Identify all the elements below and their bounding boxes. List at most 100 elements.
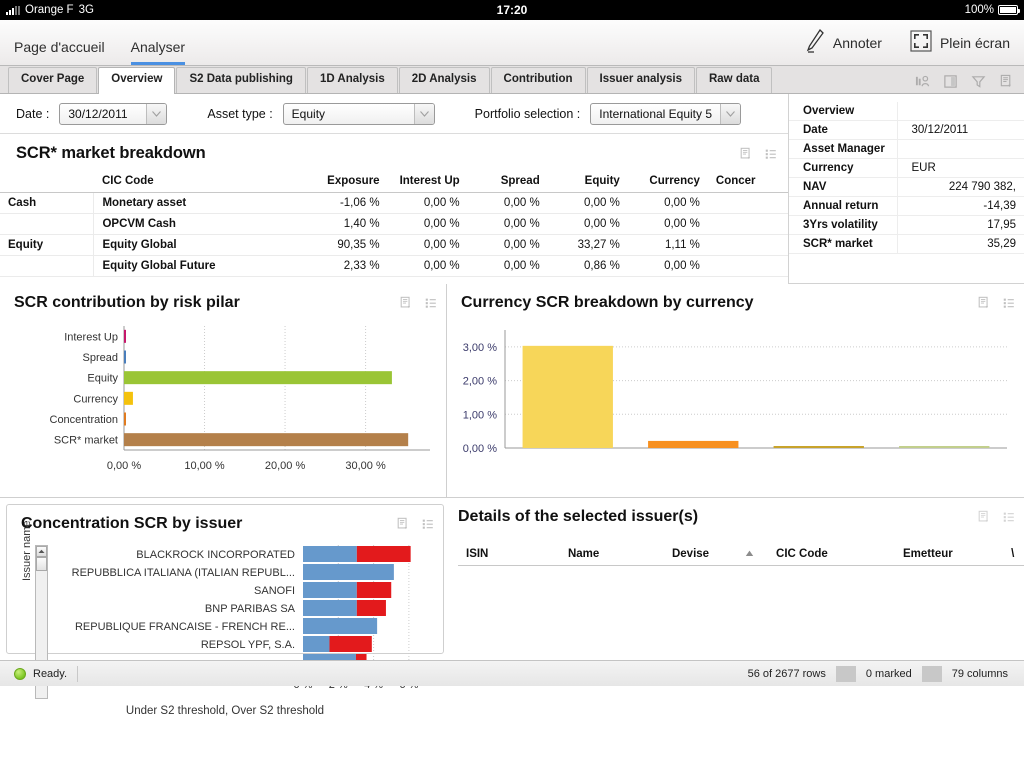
col-equity[interactable]: Equity bbox=[547, 171, 628, 193]
table-row[interactable]: Cash Monetary asset -1,06 % 0,00 % 0,00 … bbox=[0, 192, 788, 214]
svg-text:REPSOL YPF, S.A.: REPSOL YPF, S.A. bbox=[201, 639, 295, 651]
info-header-value bbox=[897, 102, 1024, 121]
export-list-icon[interactable] bbox=[999, 74, 1014, 89]
svg-text:BLACKROCK INCORPORATED: BLACKROCK INCORPORATED bbox=[136, 549, 295, 561]
portfolio-select[interactable]: International Equity 5 bbox=[590, 102, 742, 125]
col-isin[interactable]: ISIN bbox=[458, 544, 560, 566]
signal-strength-icon bbox=[6, 5, 20, 15]
portfolio-select-value: International Equity 5 bbox=[599, 106, 713, 121]
concentration-y-axis-label: Issuer name bbox=[21, 520, 33, 581]
tab-s2-data-publishing[interactable]: S2 Data publishing bbox=[176, 67, 306, 93]
info-row-nav: NAV 224 790 382, bbox=[789, 177, 1024, 197]
cell-spread: 0,00 % bbox=[467, 192, 548, 214]
tab-cover-page[interactable]: Cover Page bbox=[8, 67, 98, 93]
export-icon[interactable] bbox=[977, 510, 991, 524]
col-devise[interactable]: Devise bbox=[663, 544, 769, 566]
export-icon[interactable] bbox=[399, 296, 413, 310]
tab-cover-page-label: Cover Page bbox=[21, 73, 85, 86]
details-issuer-panel: Details of the selected issuer(s) ISIN N… bbox=[444, 498, 1024, 660]
concentration-scr-header: Concentration SCR by issuer bbox=[7, 505, 443, 539]
tab-issuer-analysis[interactable]: Issuer analysis bbox=[586, 67, 695, 93]
cell-spread: 0,00 % bbox=[467, 234, 548, 256]
info-header-label: Overview bbox=[789, 102, 898, 121]
filter-icon[interactable] bbox=[971, 74, 986, 89]
col-spread[interactable]: Spread bbox=[467, 171, 548, 193]
device-status-bar: Orange F 3G 17:20 100% bbox=[0, 0, 1024, 20]
table-row[interactable]: OPCVM Cash 1,40 % 0,00 % 0,00 % 0,00 % 0… bbox=[0, 213, 788, 235]
concentration-scr-tools bbox=[396, 517, 435, 531]
table-row[interactable]: Equity Global Future 2,33 % 0,00 % 0,00 … bbox=[0, 255, 788, 277]
svg-text:1,00 %: 1,00 % bbox=[463, 409, 497, 421]
currency-scr-chart[interactable]: 0,00 % 1,00 % 2,00 % 3,00 % bbox=[447, 318, 1023, 488]
cell-equity: 33,27 % bbox=[547, 234, 628, 256]
legend-list-icon[interactable] bbox=[424, 296, 438, 310]
currency-scr-panel: Currency SCR breakdown by currency 0,00 … bbox=[447, 284, 1024, 498]
cell-interest-up: 0,00 % bbox=[387, 213, 468, 235]
tab-overview-label: Overview bbox=[111, 73, 163, 86]
carrier-label: Orange F bbox=[25, 4, 74, 16]
export-icon[interactable] bbox=[396, 517, 410, 531]
svg-text:3,00 %: 3,00 % bbox=[463, 342, 497, 354]
col-category[interactable] bbox=[0, 171, 94, 193]
nav-tab-home[interactable]: Page d'accueil bbox=[14, 20, 105, 65]
columns-count: 79 columns bbox=[951, 667, 1008, 680]
info-key-asset-manager: Asset Manager bbox=[789, 139, 898, 159]
people-icon[interactable] bbox=[915, 74, 930, 89]
date-select[interactable]: 30/12/2011 bbox=[59, 102, 168, 125]
tab-contribution[interactable]: Contribution bbox=[490, 67, 586, 93]
cell-cic: Equity Global Future bbox=[93, 255, 308, 277]
tab-1d-analysis[interactable]: 1D Analysis bbox=[306, 67, 398, 93]
legend-list-icon[interactable] bbox=[764, 147, 778, 161]
tab-2d-analysis[interactable]: 2D Analysis bbox=[398, 67, 490, 93]
legend-list-icon[interactable] bbox=[1002, 510, 1016, 524]
date-select-value: 30/12/2011 bbox=[68, 106, 128, 121]
asset-type-select[interactable]: Equity bbox=[282, 102, 435, 125]
info-value-date: 30/12/2011 bbox=[897, 120, 1024, 140]
fullscreen-button[interactable]: Plein écran bbox=[910, 30, 1010, 55]
nav-tab-analyser[interactable]: Analyser bbox=[130, 20, 186, 65]
cell-currency: 0,00 % bbox=[627, 255, 708, 277]
svg-text:Concentration: Concentration bbox=[50, 414, 119, 426]
scrollbar-thumb[interactable] bbox=[36, 557, 47, 571]
svg-text:0,00 %: 0,00 % bbox=[463, 443, 497, 455]
scr-contribution-chart[interactable]: 0,00 % 10,00 % 20,00 % 30,00 % Interest Up Sp… bbox=[0, 318, 447, 488]
panel-icon[interactable] bbox=[943, 74, 958, 89]
scroll-up-icon[interactable] bbox=[36, 546, 47, 557]
table-header-row: ISIN Name Devise CIC Code Emetteur \ bbox=[458, 544, 1024, 566]
svg-text:30,00 %: 30,00 % bbox=[345, 460, 386, 472]
info-row-date: Date 30/12/2011 bbox=[789, 120, 1024, 140]
tab-raw-data[interactable]: Raw data bbox=[695, 67, 773, 93]
tab-1d-analysis-label: 1D Analysis bbox=[319, 73, 385, 86]
tab-overview[interactable]: Overview bbox=[98, 67, 176, 94]
scr-market-header: SCR* market breakdown bbox=[0, 134, 788, 171]
col-name[interactable]: Name bbox=[559, 544, 664, 566]
col-currency[interactable]: Currency bbox=[627, 171, 708, 193]
export-icon[interactable] bbox=[977, 296, 991, 310]
asset-type-filter-label: Asset type : bbox=[207, 106, 273, 121]
marked-count: 0 marked bbox=[865, 667, 912, 680]
main-nav-tabs: Page d'accueil Analyser bbox=[14, 20, 186, 65]
overview-info-table: Overview Date 30/12/2011 Asset Manager C… bbox=[789, 102, 1024, 254]
battery-icon bbox=[998, 5, 1020, 15]
table-row[interactable]: Equity Equity Global 90,35 % 0,00 % 0,00… bbox=[0, 234, 788, 256]
legend-list-icon[interactable] bbox=[421, 517, 435, 531]
cell-exposure: 2,33 % bbox=[307, 255, 388, 277]
scr-contribution-header: SCR contribution by risk pilar bbox=[0, 284, 446, 318]
info-value-asset-manager bbox=[897, 139, 1024, 159]
col-concentration[interactable]: Concer bbox=[707, 171, 788, 193]
battery-percent-label: 100% bbox=[964, 4, 994, 16]
col-emetteur[interactable]: Emetteur bbox=[894, 544, 1004, 566]
col-interest-up[interactable]: Interest Up bbox=[387, 171, 468, 193]
charts-row-top: SCR contribution by risk pilar 0,00 % 10,… bbox=[0, 284, 1024, 498]
svg-text:Spread: Spread bbox=[83, 352, 118, 364]
col-next[interactable]: \ bbox=[1003, 544, 1024, 566]
legend-list-icon[interactable] bbox=[1002, 296, 1016, 310]
cell-concentration bbox=[707, 255, 788, 277]
svg-text:SANOFI: SANOFI bbox=[254, 585, 295, 597]
col-cic-code[interactable]: CIC Code bbox=[93, 171, 308, 193]
export-icon[interactable] bbox=[739, 147, 753, 161]
col-cic-code[interactable]: CIC Code bbox=[768, 544, 895, 566]
col-exposure[interactable]: Exposure bbox=[307, 171, 388, 193]
svg-text:REPUBBLICA ITALIANA (ITALIAN R: REPUBBLICA ITALIANA (ITALIAN REPUBL... bbox=[72, 567, 295, 579]
annotate-button[interactable]: Annoter bbox=[805, 28, 882, 57]
